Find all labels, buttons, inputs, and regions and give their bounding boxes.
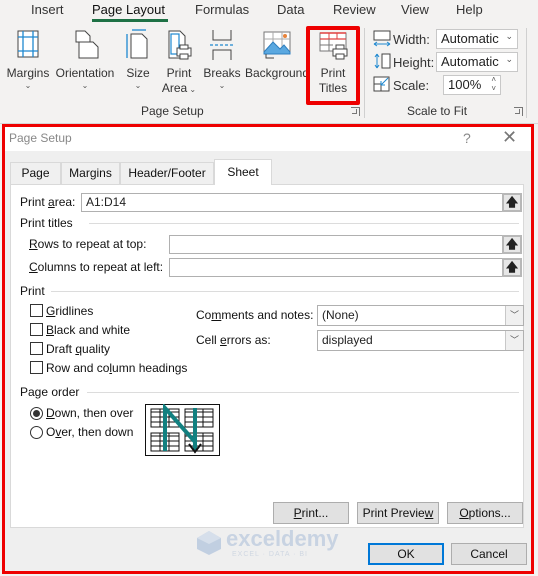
page-setup-group-label: Page Setup [141,104,204,118]
watermark-tagline: EXCEL · DATA · BI [232,551,308,558]
width-icon [373,30,391,47]
breaks-button[interactable]: Breaks ⌄ [203,28,241,91]
background-label: Background [244,66,310,80]
print-titles-highlight [306,26,360,105]
breaks-label: Breaks [203,66,241,80]
tab-page-layout[interactable]: Page Layout [92,2,165,17]
scale-to-fit-dialog-launcher-icon[interactable] [514,107,523,116]
spin-arrows-icon[interactable]: ˄ ˅ [491,75,496,93]
width-label: Width: [393,32,430,47]
margins-label: Margins [6,66,50,80]
tab-sheet[interactable]: Sheet [214,159,272,185]
height-icon [374,53,391,69]
width-select[interactable]: Automatic ⌄ [436,29,518,49]
height-label: Height: [393,55,435,70]
watermark: exceldemy EXCEL · DATA · BI [196,526,340,560]
print-area-label-2: Area [161,81,188,95]
tab-data[interactable]: Data [277,2,304,17]
size-button[interactable]: Size ⌄ [123,28,153,91]
tab-help[interactable]: Help [456,2,483,17]
size-icon [126,29,148,59]
tab-formulas[interactable]: Formulas [195,2,249,17]
chevron-down-icon: ⌄ [218,81,226,90]
height-value: Automatic [441,54,499,69]
watermark-brand: exceldemy [226,526,339,551]
chevron-down-icon: ⌄ [505,31,513,41]
orientation-icon [75,30,99,59]
size-label: Size [126,66,150,80]
scale-value: 100% [448,77,482,92]
ribbon: Insert Page Layout Formulas Data Review … [0,0,538,124]
height-select[interactable]: Automatic ⌄ [436,52,518,72]
chevron-down-icon: ⌄ [81,81,89,90]
orientation-button[interactable]: Orientation ⌄ [53,28,117,91]
breaks-icon [210,30,234,60]
margins-icon [17,30,39,58]
margins-button[interactable]: Margins ⌄ [5,28,51,91]
watermark-logo-icon [197,531,221,555]
group-divider [364,28,365,118]
scale-icon [373,76,390,92]
print-area-button[interactable]: Print Area ⌄ [160,28,198,97]
dialog-highlight [2,124,534,574]
orientation-label: Orientation [55,66,115,80]
tab-review[interactable]: Review [333,2,376,17]
active-tab-indicator [92,19,168,22]
print-area-label-1: Print [166,66,192,80]
tab-insert[interactable]: Insert [31,2,64,17]
group-divider [526,28,527,118]
print-area-icon [168,30,192,60]
background-icon [263,31,291,59]
background-button[interactable]: Background [244,28,310,81]
tab-view[interactable]: View [401,2,429,17]
scale-to-fit-group-label: Scale to Fit [407,104,468,118]
chevron-down-icon: ⌄ [505,54,513,64]
width-value: Automatic [441,31,499,46]
page-setup-dialog-launcher-icon[interactable] [351,107,360,116]
scale-spinner[interactable]: 100% ˄ ˅ [443,75,501,95]
chevron-down-icon: ⌄ [134,81,142,90]
scale-label: Scale: [393,78,430,93]
chevron-down-icon: ⌄ [24,81,32,90]
